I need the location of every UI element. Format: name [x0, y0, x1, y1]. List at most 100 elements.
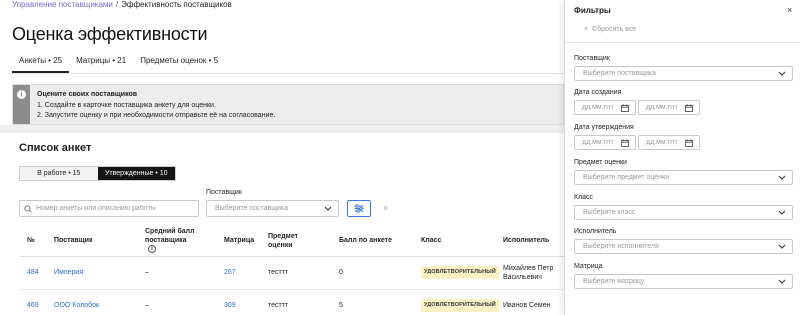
created-from-input[interactable]: дд.мм.гггг — [574, 100, 636, 115]
row-number-link[interactable]: 484 — [19, 256, 46, 290]
calendar-icon — [685, 138, 693, 147]
table-header-row: № Поставщик Средний балл поставщикаi Мат… — [19, 226, 564, 257]
filter-subject-select[interactable]: Выберите предмет оценки — [574, 170, 793, 185]
calendar-icon — [685, 103, 693, 112]
row-supplier-link[interactable]: ООО Колобок — [46, 289, 137, 315]
reset-all-label: Сбросить все — [592, 26, 637, 33]
filter-matrix-label: Матрица — [574, 263, 603, 270]
row-subject: тесттт — [260, 256, 331, 290]
filter-executor-label: Исполнитель — [574, 228, 617, 235]
approved-to-input[interactable]: дд.мм.гггг — [638, 135, 700, 150]
row-executor: Иванов Семен — [495, 289, 564, 315]
row-matrix-link[interactable]: 267 — [216, 256, 260, 290]
header-subject[interactable]: Предмет оценки — [260, 226, 331, 257]
page-title: Оценка эффективности — [12, 24, 208, 44]
status-segmented-control: В работе • 15 Утвержденные • 10 — [19, 166, 176, 181]
banner-step-2: 2. Запустите оценку и при необходимости … — [37, 112, 276, 119]
filter-executor-placeholder: Выберите исполнителя — [583, 243, 659, 250]
row-executor: Михайлев Петр Васильевич — [495, 256, 564, 290]
header-score[interactable]: Балл по анкете — [331, 226, 413, 257]
banner-strip: i — [13, 85, 30, 124]
banner-title: Оцените своих поставщиков — [37, 91, 138, 98]
clear-filters-icon[interactable]: × — [383, 203, 388, 213]
created-from-placeholder: дд.мм.гггг — [582, 104, 614, 111]
filters-panel: Фильтры × × Сбросить все Поставщик Выбери… — [564, 0, 800, 315]
header-avg-score[interactable]: Средний балл поставщикаi — [137, 226, 216, 257]
filter-matrix-select[interactable]: Выберите матрицу — [574, 274, 793, 289]
search-box[interactable] — [19, 200, 199, 217]
calendar-icon — [621, 103, 629, 112]
sliders-icon — [354, 204, 364, 213]
chevron-down-icon — [778, 175, 786, 180]
reset-all-button[interactable]: × Сбросить все — [584, 26, 636, 33]
row-avg-score: – — [137, 289, 216, 315]
tab-bar: Анкеты • 25 Матрицы • 21 Предметы оценок… — [12, 54, 225, 73]
supplier-select[interactable]: Выберите поставщика — [206, 200, 339, 217]
filter-supplier-select[interactable]: Выберите поставщика — [574, 66, 793, 81]
breadcrumb-separator: / — [115, 0, 119, 9]
breadcrumb-link-suppliers[interactable]: Управление поставщиками — [12, 0, 113, 9]
questionnaire-table: № Поставщик Средний балл поставщикаi Мат… — [19, 226, 564, 315]
chevron-down-icon — [324, 206, 332, 211]
segment-approved[interactable]: Утвержденные • 10 — [97, 167, 175, 180]
row-score: 0 — [331, 256, 413, 290]
breadcrumb: Управление поставщиками / Эффективность по… — [12, 0, 232, 10]
tab-matrices[interactable]: Матрицы • 21 — [69, 54, 133, 72]
panel-divider — [565, 42, 800, 43]
filter-class-select[interactable]: Выберите класс — [574, 205, 793, 220]
tab-evaluation-subjects[interactable]: Предметы оценок • 5 — [133, 54, 225, 72]
header-executor[interactable]: Исполнитель — [495, 226, 564, 257]
approved-to-placeholder: дд.мм.гггг — [646, 139, 678, 146]
table-row[interactable]: 469 ООО Колобок – 309 тесттт 5 УДОВЛЕТВО… — [19, 289, 564, 315]
class-badge: УДОВЛЕТВОРИТЕЛЬНЫЙ — [421, 266, 499, 279]
breadcrumb-current: Эффективность поставщиков — [121, 0, 232, 9]
supplier-filter-label: Поставщик — [206, 189, 242, 196]
table-row[interactable]: 484 Империя – 267 тесттт 0 УДОВЛЕТВОРИТЕ… — [19, 256, 564, 290]
approved-from-input[interactable]: дд.мм.гггг — [574, 135, 636, 150]
header-number[interactable]: № — [19, 226, 46, 257]
filter-subject-label: Предмет оценки — [574, 159, 627, 166]
help-icon[interactable]: i — [148, 245, 156, 254]
filters-button[interactable] — [347, 200, 371, 217]
created-to-placeholder: дд.мм.гггг — [646, 104, 678, 111]
supplier-select-placeholder: Выберите поставщика — [215, 205, 288, 212]
row-avg-score: – — [137, 256, 216, 290]
filter-class-placeholder: Выберите класс — [583, 209, 636, 216]
row-class-cell: УДОВЛЕТВОРИТЕЛЬНЫЙ — [413, 256, 499, 290]
calendar-icon — [621, 138, 629, 147]
main-content: Управление поставщиками / Эффективность по… — [0, 0, 564, 315]
segment-in-progress[interactable]: В работе • 15 — [20, 167, 98, 180]
list-title: Список анкет — [19, 142, 92, 154]
created-to-input[interactable]: дд.мм.гггг — [638, 100, 700, 115]
chevron-down-icon — [778, 71, 786, 76]
approved-from-placeholder: дд.мм.гггг — [582, 139, 614, 146]
info-icon: i — [17, 90, 26, 99]
row-matrix-link[interactable]: 309 — [216, 289, 260, 315]
filter-subject-placeholder: Выберите предмет оценки — [583, 174, 669, 181]
row-score: 5 — [331, 289, 413, 315]
filter-executor-select[interactable]: Выберите исполнителя — [574, 239, 793, 254]
chevron-down-icon — [778, 279, 786, 284]
header-matrix[interactable]: Матрица — [216, 226, 260, 257]
close-icon[interactable]: × — [787, 5, 792, 15]
row-class-cell: УДОВЛЕТВОРИТЕЛЬНЫЙ — [413, 289, 499, 315]
chevron-down-icon — [778, 244, 786, 249]
header-class[interactable]: Класс — [413, 226, 495, 257]
filter-supplier-label: Поставщик — [574, 55, 610, 62]
row-supplier-link[interactable]: Империя — [46, 256, 137, 290]
reset-icon: × — [584, 26, 589, 33]
filter-class-label: Класс — [574, 194, 594, 201]
class-badge: УДОВЛЕТВОРИТЕЛЬНЫЙ — [421, 299, 499, 312]
header-supplier[interactable]: Поставщик — [46, 226, 137, 257]
filter-supplier-placeholder: Выберите поставщика — [583, 70, 656, 77]
banner-step-1: 1. Создайте в карточке поставщика анкету… — [37, 102, 216, 109]
filter-created-label: Дата создания — [574, 89, 622, 96]
filter-approved-label: Дата утверждения — [574, 124, 634, 131]
tab-questionnaires[interactable]: Анкеты • 25 — [12, 54, 70, 73]
row-subject: тесттт — [260, 289, 331, 315]
row-number-link[interactable]: 469 — [19, 289, 46, 315]
search-input[interactable] — [36, 205, 186, 212]
chevron-down-icon — [778, 210, 786, 215]
section-separator — [0, 125, 564, 133]
tabs-divider — [12, 73, 564, 74]
